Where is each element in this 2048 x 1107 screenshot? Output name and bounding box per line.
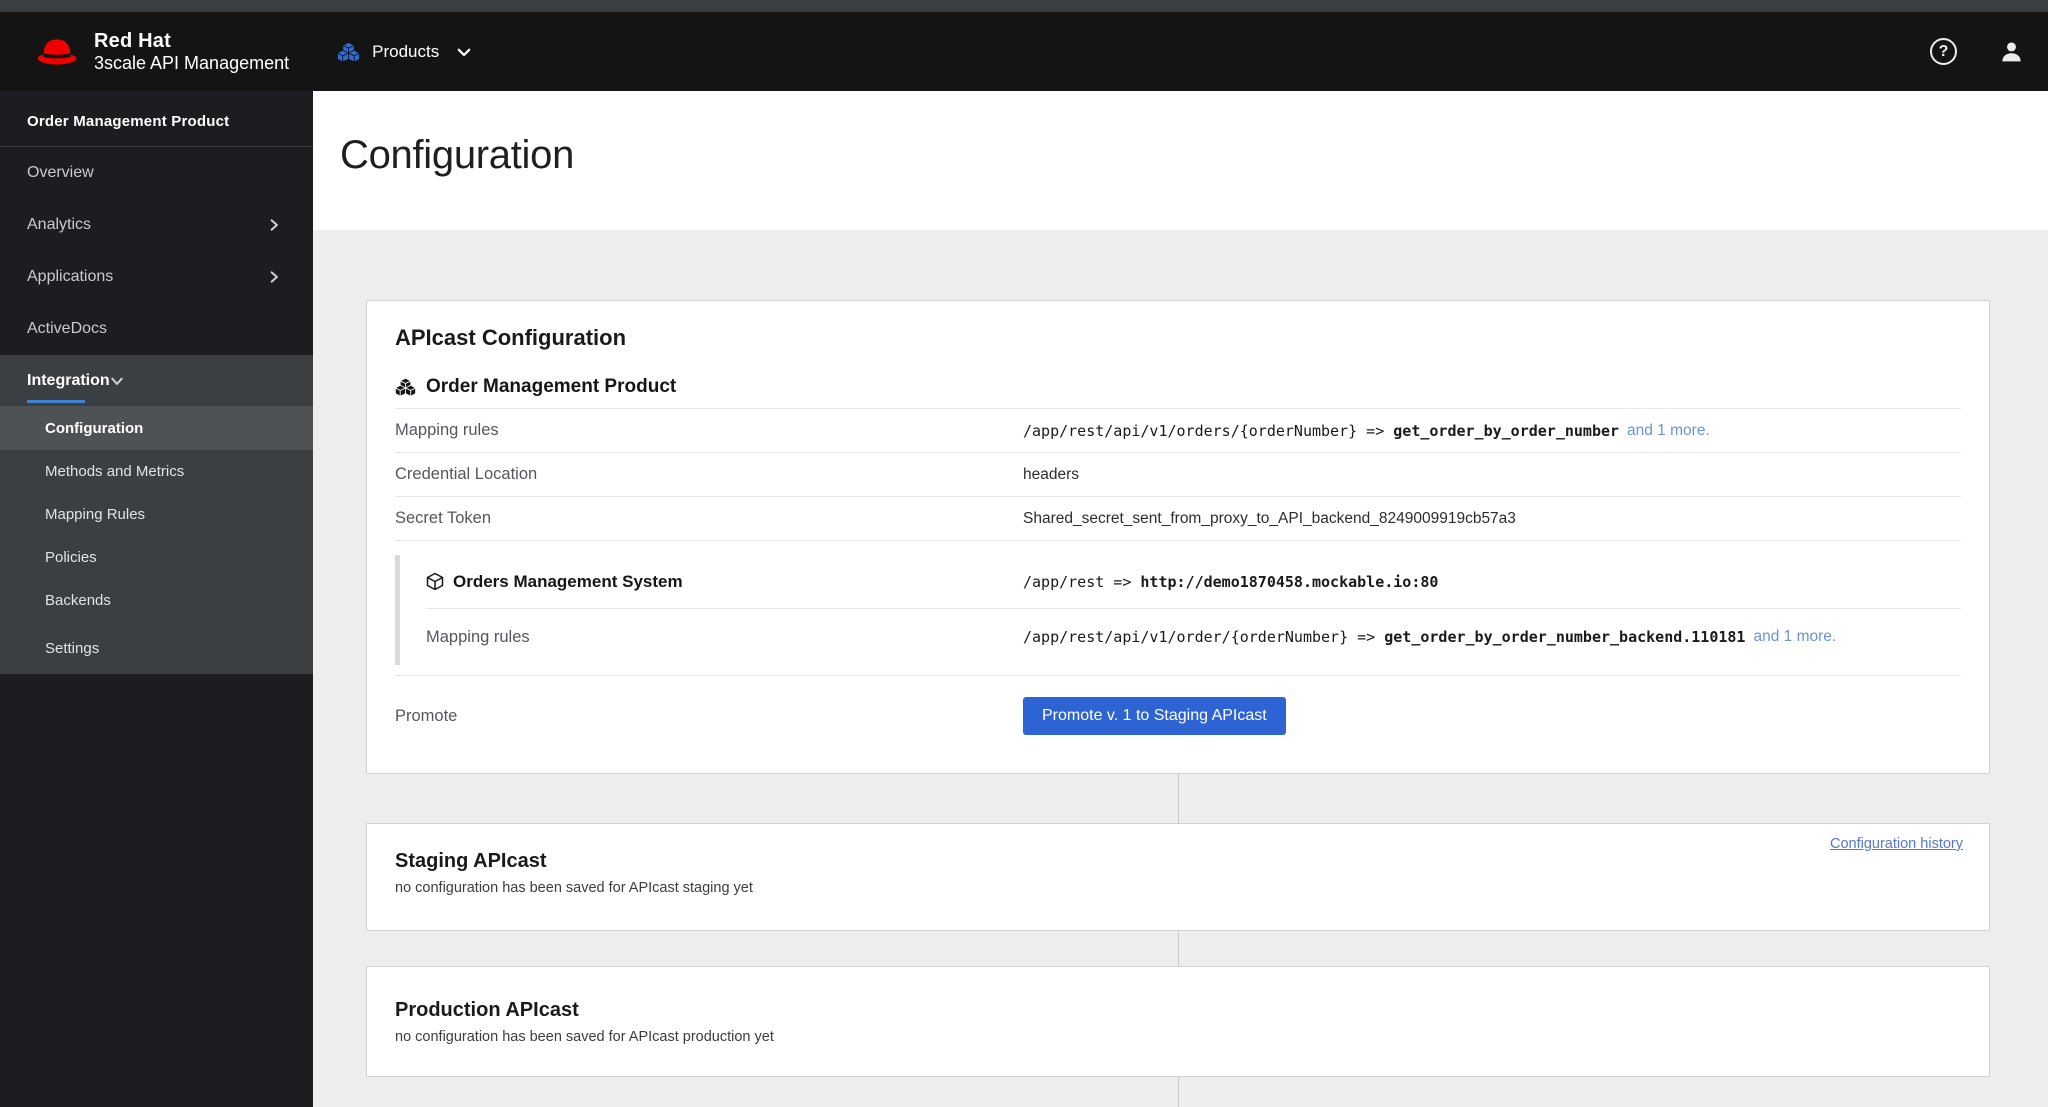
production-subtitle: no configuration has been saved for APIc…: [395, 1029, 774, 1045]
brand-product: 3scale API Management: [94, 52, 290, 73]
page-header: Configuration: [313, 91, 2048, 230]
sidebar-product-title: Order Management Product: [27, 113, 230, 130]
chevron-down-icon: [110, 374, 124, 388]
mapping-rules-more-link[interactable]: and 1 more.: [1627, 422, 1710, 440]
sidebar-item-overview[interactable]: Overview: [0, 147, 313, 199]
brand-name: Red Hat: [94, 29, 171, 52]
mapping-rule-path: /app/rest/api/v1/orders/{orderNumber} =>: [1023, 421, 1394, 440]
chevron-right-icon: [267, 218, 281, 232]
products-cubes-icon: [337, 41, 361, 63]
masthead: Red Hat 3scale API Management Products ?: [0, 0, 2048, 91]
backend-mapping-rules-label: Mapping rules: [426, 627, 530, 646]
backend-indent-bar: [395, 555, 400, 665]
sidebar-subitem-mapping-rules[interactable]: Mapping Rules: [0, 493, 313, 536]
mapping-rules-row: Mapping rules /app/rest/api/v1/orders/{o…: [395, 409, 1961, 453]
backend-endpoint-path: /app/rest =>: [1023, 572, 1141, 591]
connector-line: [1178, 1077, 1179, 1107]
nav-products-menu[interactable]: Products: [337, 41, 473, 63]
staging-apicast-card: Configuration history Staging APIcast no…: [366, 823, 1990, 931]
secret-token-value: Shared_secret_sent_from_proxy_to_API_bac…: [1023, 509, 1516, 527]
chevron-down-icon: [455, 43, 473, 61]
redhat-fedora-icon: [33, 35, 81, 68]
sidebar: Order Management Product Overview Analyt…: [0, 91, 313, 1107]
sidebar-subitem-settings[interactable]: Settings: [0, 622, 313, 674]
product-name: Order Management Product: [426, 375, 677, 397]
credential-location-row: Credential Location headers: [395, 453, 1961, 497]
promote-label: Promote: [395, 706, 458, 725]
mapping-rule-metric: get_order_by_order_number: [1393, 421, 1620, 440]
brand-logo[interactable]: Red Hat 3scale API Management: [33, 30, 289, 74]
backend-endpoint-target: http://demo1870458.mockable.io:80: [1140, 572, 1439, 591]
backend-title-row: Orders Management System /app/rest => ht…: [426, 555, 1961, 609]
connector-line: [1178, 931, 1179, 966]
nav-products-label: Products: [372, 41, 440, 61]
apicast-card-title: APIcast Configuration: [395, 325, 627, 350]
user-icon[interactable]: [1999, 39, 2024, 64]
production-apicast-card: Production APIcast no configuration has …: [366, 966, 1990, 1077]
backend-mapping-rules-row: Mapping rules /app/rest/api/v1/order/{or…: [426, 609, 1961, 665]
connector-line: [1178, 774, 1179, 823]
sidebar-item-analytics[interactable]: Analytics: [0, 199, 313, 251]
secret-token-label: Secret Token: [395, 509, 492, 527]
sidebar-integration-section: Integration Configuration Methods and Me…: [0, 355, 313, 674]
promote-row: Promote Promote v. 1 to Staging APIcast: [395, 684, 1961, 748]
cube-icon: [426, 572, 444, 591]
promote-divider: [395, 675, 1961, 676]
sidebar-item-activedocs[interactable]: ActiveDocs: [0, 303, 313, 355]
sidebar-subitem-policies[interactable]: Policies: [0, 536, 313, 579]
backend-mapping-rules-more-link[interactable]: and 1 more.: [1753, 628, 1836, 646]
help-icon[interactable]: ?: [1930, 38, 1957, 65]
secret-token-row: Secret Token Shared_secret_sent_from_pro…: [395, 497, 1961, 541]
credential-location-label: Credential Location: [395, 465, 538, 483]
credential-location-value: headers: [1023, 465, 1080, 483]
product-row: Order Management Product: [395, 365, 1961, 409]
backend-mapping-rule-path: /app/rest/api/v1/order/{orderNumber} =>: [1023, 628, 1385, 646]
backend-section: Orders Management System /app/rest => ht…: [395, 555, 1961, 665]
backend-name: Orders Management System: [453, 571, 683, 591]
configuration-history-link[interactable]: Configuration history: [1830, 836, 1963, 852]
page-title: Configuration: [340, 133, 575, 177]
backend-mapping-rule-metric: get_order_by_order_number_backend.110181: [1384, 628, 1746, 646]
staging-subtitle: no configuration has been saved for APIc…: [395, 880, 753, 896]
production-title: Production APIcast: [395, 999, 579, 1021]
sidebar-item-integration[interactable]: Integration: [0, 355, 313, 406]
sidebar-subitem-configuration[interactable]: Configuration: [0, 406, 313, 450]
sidebar-item-applications[interactable]: Applications: [0, 251, 313, 303]
promote-button[interactable]: Promote v. 1 to Staging APIcast: [1023, 697, 1286, 735]
apicast-configuration-card: APIcast Configuration Order Management P…: [366, 300, 1990, 774]
sidebar-subitem-backends[interactable]: Backends: [0, 579, 313, 622]
chevron-right-icon: [267, 270, 281, 284]
sidebar-subitem-methods-metrics[interactable]: Methods and Metrics: [0, 450, 313, 493]
content-area: APIcast Configuration Order Management P…: [313, 230, 2048, 1107]
staging-title: Staging APIcast: [395, 850, 547, 872]
active-section-underline: [27, 400, 85, 403]
mapping-rules-label: Mapping rules: [395, 421, 499, 439]
cubes-icon: [395, 377, 416, 397]
top-strip: [0, 0, 2048, 12]
